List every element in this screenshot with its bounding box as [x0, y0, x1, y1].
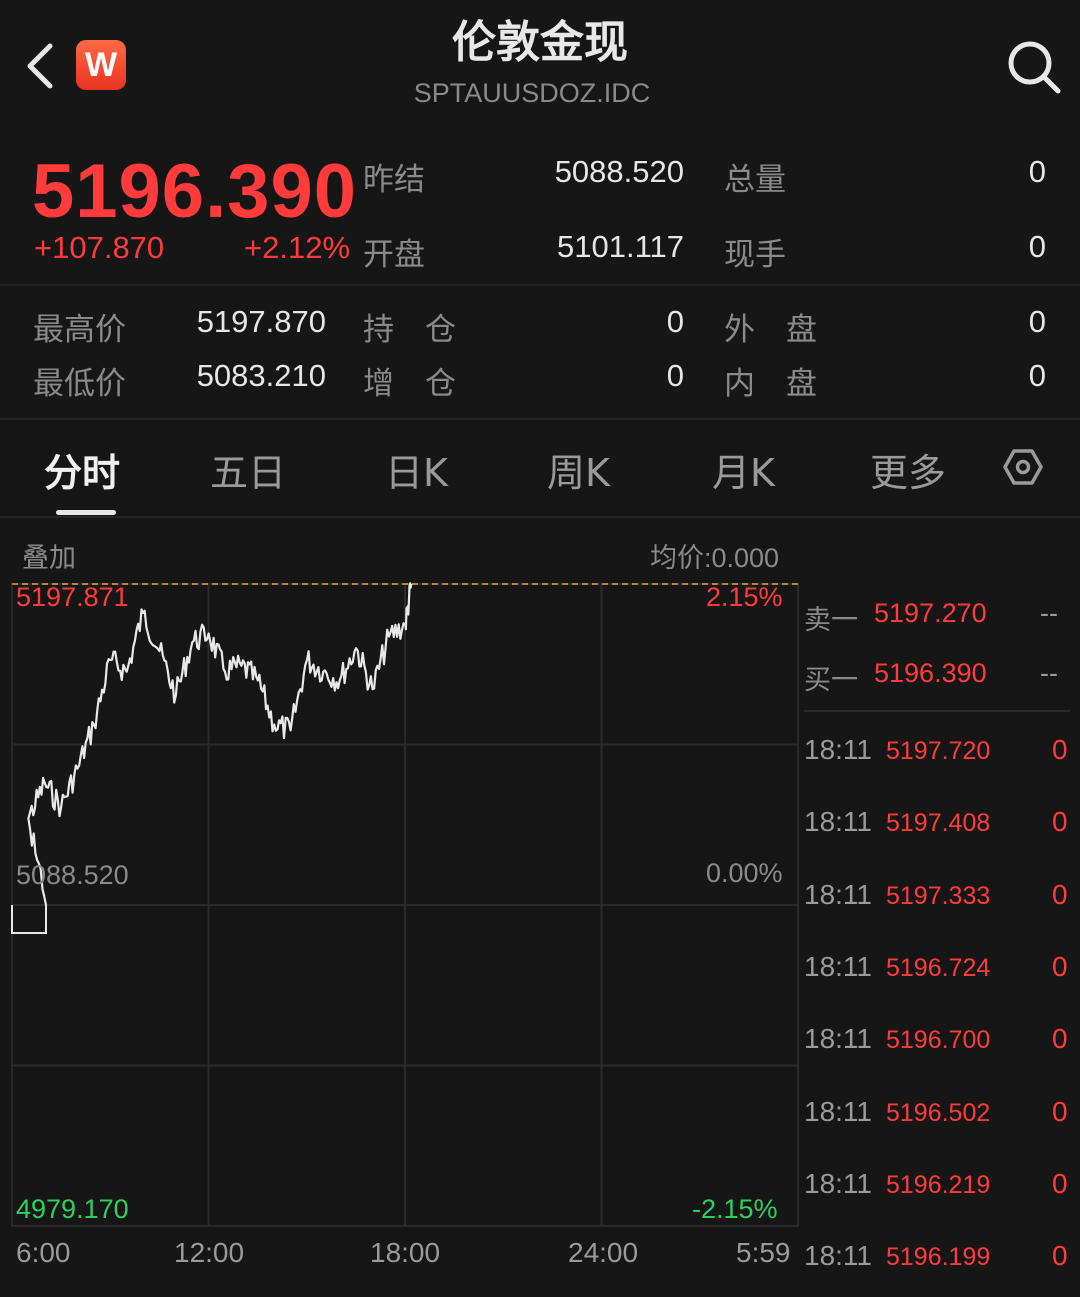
- inner-volume-value: 0: [1028, 358, 1046, 393]
- price-change-pct: +2.12%: [244, 230, 351, 265]
- trade-time: 18:11: [804, 878, 872, 910]
- y-pct-mid: 0.00%: [706, 858, 783, 888]
- trade-time: 18:11: [804, 1095, 872, 1127]
- trade-price: 5196.724: [886, 953, 991, 982]
- tab-daily-k[interactable]: 日K: [385, 442, 448, 497]
- buy1-volume: --: [1040, 658, 1058, 688]
- order-book-divider: [804, 710, 1070, 712]
- prev-close-label: 昨结: [363, 162, 425, 198]
- high-value: 5197.870: [196, 304, 326, 339]
- x-tick-label: 6:00: [16, 1237, 71, 1268]
- trade-time: 18:11: [804, 1167, 872, 1199]
- trade-volume: 0: [1052, 1023, 1068, 1055]
- total-volume-label: 总量: [724, 162, 786, 198]
- tab-weekly-k[interactable]: 周K: [547, 442, 610, 497]
- chart-grid: [11, 583, 799, 1227]
- trade-price: 5196.700: [886, 1026, 991, 1055]
- trade-volume: 0: [1052, 806, 1068, 838]
- trade-volume: 0: [1052, 950, 1068, 982]
- trade-price: 5197.720: [886, 737, 991, 765]
- trade-time: 18:11: [804, 1240, 872, 1272]
- prev-close-value: 5088.520: [554, 154, 684, 189]
- y-label-top: 5197.871: [16, 582, 129, 612]
- divider: [0, 284, 1080, 286]
- trade-price: 5197.408: [886, 809, 991, 838]
- inner-volume-label: 内 盘: [724, 366, 817, 402]
- open-label: 开盘: [363, 237, 425, 273]
- trade-volume: 0: [1052, 878, 1068, 910]
- y-label-bottom: 4979.170: [16, 1194, 129, 1224]
- search-icon[interactable]: [1004, 36, 1064, 96]
- trade-time: 18:11: [804, 1023, 872, 1055]
- x-tick-label: 5:59: [736, 1237, 791, 1268]
- x-tick-label: 12:00: [174, 1237, 245, 1268]
- low-value: 5083.210: [196, 358, 326, 393]
- trade-volume: 0: [1052, 1167, 1068, 1199]
- trade-time: 18:11: [804, 950, 872, 982]
- buy1-label: 买一: [804, 665, 858, 696]
- tab-intraday[interactable]: 分时: [44, 442, 120, 497]
- last-price: 5196.390: [32, 149, 357, 234]
- current-hand-label: 现手: [724, 237, 786, 273]
- page-title: 伦敦金现: [452, 17, 628, 68]
- trade-price: 5197.333: [886, 881, 991, 910]
- added-interest-value: 0: [666, 358, 684, 393]
- current-hand-value: 0: [1028, 229, 1046, 264]
- open-value: 5101.117: [557, 229, 684, 264]
- divider: [0, 418, 1080, 420]
- added-interest-label: 增 仓: [363, 366, 456, 402]
- trade-time: 18:11: [804, 734, 872, 765]
- outer-volume-value: 0: [1028, 304, 1046, 339]
- tab-monthly-k[interactable]: 月K: [712, 442, 775, 497]
- sell1-label: 卖一: [804, 605, 858, 636]
- tab-more[interactable]: 更多: [870, 442, 946, 497]
- trade-price: 5196.199: [886, 1243, 991, 1272]
- y-pct-bottom: -2.15%: [692, 1194, 778, 1224]
- buy1-price: 5196.390: [874, 658, 987, 688]
- total-volume-value: 0: [1028, 154, 1046, 189]
- active-tab-indicator: [56, 510, 116, 515]
- open-interest-label: 持 仓: [363, 312, 456, 348]
- sell1-price: 5197.270: [874, 598, 987, 628]
- trade-price: 5196.219: [886, 1170, 991, 1199]
- divider: [0, 516, 1080, 518]
- symbol-code: SPTAUUSDOZ.IDC: [413, 78, 651, 108]
- open-interest-value: 0: [666, 304, 684, 339]
- opening-step: [11, 905, 47, 935]
- tab-five-day[interactable]: 五日: [210, 442, 286, 497]
- trade-volume: 0: [1052, 1240, 1068, 1272]
- trade-time: 18:11: [804, 806, 872, 838]
- low-label: 最低价: [33, 366, 126, 402]
- high-label: 最高价: [33, 312, 126, 348]
- x-tick-label: 24:00: [568, 1237, 639, 1268]
- outer-volume-label: 外 盘: [724, 312, 817, 348]
- y-pct-top: 2.15%: [706, 582, 783, 612]
- trade-volume: 0: [1052, 1095, 1068, 1127]
- settings-icon[interactable]: [1003, 447, 1043, 487]
- x-tick-label: 18:00: [370, 1237, 441, 1268]
- trade-price: 5196.502: [886, 1098, 991, 1127]
- trade-volume: 0: [1052, 734, 1068, 765]
- price-change: +107.870: [34, 230, 165, 265]
- sell1-volume: --: [1040, 598, 1058, 628]
- y-label-mid: 5088.520: [16, 860, 129, 890]
- intraday-chart[interactable]: [0, 570, 800, 1290]
